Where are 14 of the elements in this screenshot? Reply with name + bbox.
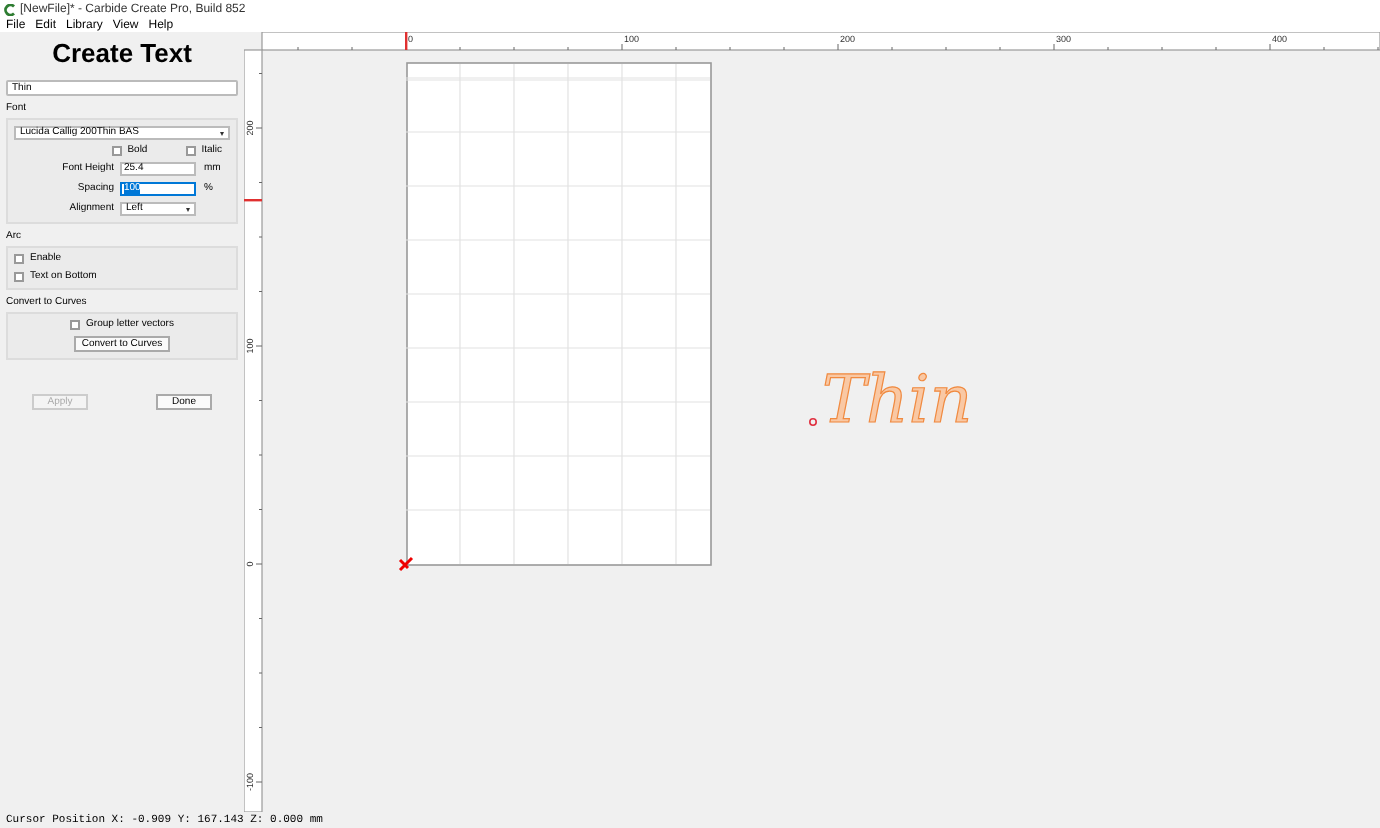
panel-heading: Create Text	[50, 40, 194, 66]
app-icon	[4, 3, 16, 15]
canvas-text: Thin	[822, 360, 973, 438]
checkbox[interactable]	[111, 146, 122, 156]
checkbox[interactable]	[14, 254, 24, 264]
caret-icon	[186, 207, 190, 211]
anchor-icon	[809, 418, 817, 426]
checkbox[interactable]	[70, 320, 81, 330]
origin-icon	[398, 556, 414, 572]
checkbox[interactable]	[14, 272, 24, 282]
caret-icon	[220, 131, 224, 135]
checkbox[interactable]	[185, 146, 196, 156]
position-marker	[244, 199, 262, 202]
position-marker	[405, 32, 408, 50]
